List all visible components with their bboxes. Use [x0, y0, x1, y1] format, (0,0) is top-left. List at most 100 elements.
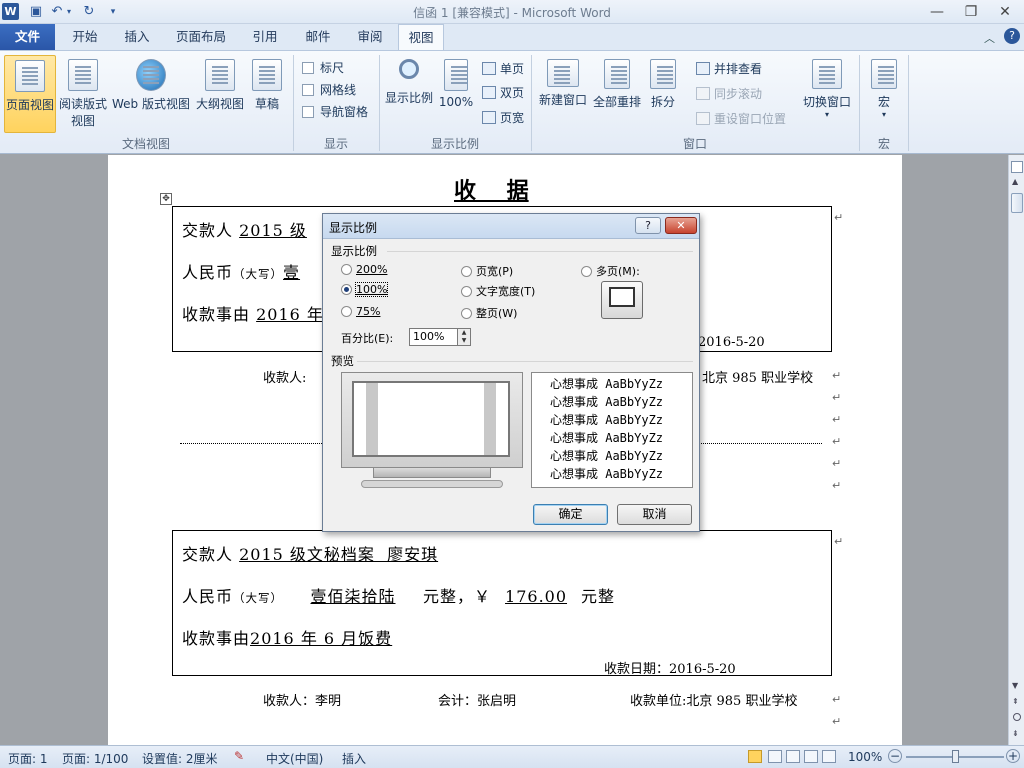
cancel-button[interactable]: 取消: [617, 504, 692, 525]
zoom-dialog: 显示比例 ? ✕ 显示比例 200% 100% 75% 页宽(P) 文字宽度(T…: [322, 213, 700, 532]
draft-button[interactable]: 草稿: [250, 59, 284, 112]
print-layout-view-icon[interactable]: [748, 750, 762, 763]
page-width-label: 页宽: [500, 111, 525, 125]
vertical-scrollbar[interactable]: ▲ ▼ ⇞ ⇟: [1008, 155, 1024, 745]
payer-line-top: 交款人 2015 级: [182, 217, 307, 241]
proofing-icon[interactable]: ✎: [234, 749, 244, 763]
one-page-icon: [482, 62, 496, 75]
radio-text-width[interactable]: 文字宽度(T): [461, 283, 535, 299]
radio-200[interactable]: 200%: [341, 263, 387, 276]
tab-file[interactable]: 文件: [0, 24, 55, 50]
zoom-out-icon[interactable]: −: [888, 749, 902, 763]
ruler-checkbox[interactable]: 标尺: [302, 59, 344, 76]
reason-value: 2016 年 6 月饭费: [250, 629, 393, 648]
macros-button[interactable]: 宏 ▾: [866, 59, 902, 119]
web-view-icon[interactable]: [786, 750, 800, 763]
status-language[interactable]: 中文(中国): [266, 750, 323, 767]
zoom-label: 显示比例: [384, 91, 433, 105]
two-pages-button[interactable]: 双页: [482, 84, 524, 101]
zoom-100-button[interactable]: 100%: [438, 59, 474, 109]
restore-button[interactable]: ❐: [956, 2, 986, 22]
web-layout-icon: [136, 59, 166, 91]
ruler-toggle-icon[interactable]: [1011, 161, 1023, 173]
radio-many-pages[interactable]: 多页(M):: [581, 263, 640, 279]
arrange-all-button[interactable]: 全部重排: [590, 59, 644, 110]
browse-object-icon[interactable]: [1013, 713, 1021, 721]
status-page[interactable]: 页面: 1: [8, 750, 48, 767]
tab-mailings[interactable]: 邮件: [296, 24, 340, 50]
radio-100[interactable]: 100%: [341, 282, 389, 297]
paragraph-mark: ↵: [832, 457, 842, 470]
rmb-label: 人民币: [182, 587, 234, 606]
web-layout-button[interactable]: Web 版式视图: [110, 59, 192, 112]
sample-line: 心想事成 AaBbYyZz: [550, 431, 664, 445]
preview-monitor-image: [341, 372, 523, 468]
table-move-handle-icon[interactable]: ✥: [160, 193, 172, 205]
switch-window-dropdown-icon: ▾: [824, 110, 829, 119]
zoom-in-icon[interactable]: +: [1006, 749, 1020, 763]
outline-label: 大纲视图: [195, 97, 244, 111]
preview-page: [366, 383, 496, 455]
zoom-100-label: 100%: [438, 95, 474, 109]
tab-view[interactable]: 视图: [398, 24, 444, 51]
outline-button[interactable]: 大纲视图: [194, 59, 246, 112]
one-page-button[interactable]: 单页: [482, 60, 524, 77]
scroll-thumb[interactable]: [1011, 193, 1023, 213]
sync-scroll-button[interactable]: 同步滚动: [696, 85, 762, 102]
minimize-ribbon-icon[interactable]: ︿: [984, 30, 995, 46]
status-bar: 页面: 1 页面: 1/100 设置值: 2厘米 ✎ 中文(中国) 插入 100…: [0, 745, 1024, 768]
paragraph-mark: ↵: [834, 211, 844, 224]
zoom-slider[interactable]: [906, 750, 1004, 763]
draft-view-icon[interactable]: [822, 750, 836, 763]
status-pages[interactable]: 页面: 1/100: [62, 750, 128, 767]
tab-references[interactable]: 引用: [243, 24, 287, 50]
print-layout-button[interactable]: 页面视图: [4, 55, 56, 133]
sample-line: 心想事成 AaBbYyZz: [550, 377, 664, 391]
radio-page-width[interactable]: 页宽(P): [461, 263, 513, 279]
preview-screen: [352, 381, 510, 457]
full-screen-reading-button[interactable]: 阅读版式 视图: [58, 59, 108, 129]
help-icon[interactable]: ?: [1004, 28, 1020, 44]
payer-label: 交款人: [182, 221, 234, 240]
reset-window-position-icon: [696, 112, 710, 125]
status-insert-mode[interactable]: 插入: [342, 750, 366, 767]
gridlines-checkbox[interactable]: 网格线: [302, 81, 356, 98]
side-by-side-button[interactable]: 并排查看: [696, 60, 762, 77]
zoom-level[interactable]: 100%: [848, 750, 882, 764]
reset-window-position-button[interactable]: 重设窗口位置: [696, 110, 786, 127]
status-setting[interactable]: 设置值: 2厘米: [142, 750, 218, 767]
tab-review[interactable]: 审阅: [348, 24, 392, 50]
zoom-button[interactable]: 显示比例: [384, 57, 434, 106]
next-page-icon[interactable]: ⇟: [1012, 729, 1019, 738]
minimize-button[interactable]: —: [922, 2, 952, 22]
switch-window-button[interactable]: 切换窗口 ▾: [800, 59, 854, 119]
reading-view-icon[interactable]: [768, 750, 782, 763]
zoom-slider-thumb[interactable]: [952, 750, 959, 763]
radio-whole-page[interactable]: 整页(W): [461, 305, 517, 321]
scroll-down-icon[interactable]: ▼: [1012, 681, 1018, 690]
radio-75[interactable]: 75%: [341, 305, 380, 318]
split-button[interactable]: 拆分: [646, 59, 680, 110]
dialog-close-button[interactable]: ✕: [665, 217, 697, 234]
dialog-help-button[interactable]: ?: [635, 217, 661, 234]
tab-home[interactable]: 开始: [62, 24, 108, 50]
ribbon-tab-bar: 文件 开始 插入 页面布局 引用 邮件 审阅 视图 ︿ ?: [0, 24, 1024, 51]
outline-view-icon[interactable]: [804, 750, 818, 763]
many-pages-monitor-button[interactable]: [601, 281, 643, 319]
ok-button[interactable]: 确定: [533, 504, 608, 525]
draft-icon: [252, 59, 282, 91]
percent-input[interactable]: 100%: [409, 328, 459, 346]
tab-insert[interactable]: 插入: [114, 24, 160, 50]
close-button[interactable]: ✕: [990, 2, 1020, 22]
nav-pane-label: 导航窗格: [320, 105, 369, 119]
paragraph-mark: ↵: [832, 693, 842, 706]
previous-page-icon[interactable]: ⇞: [1012, 697, 1019, 706]
scroll-up-icon[interactable]: ▲: [1012, 177, 1018, 186]
reason-label: 收款事由: [182, 629, 251, 648]
percent-spinner[interactable]: ▲ ▼: [457, 328, 471, 346]
new-window-button[interactable]: 新建窗口: [536, 59, 590, 108]
nav-pane-checkbox[interactable]: 导航窗格: [302, 103, 368, 120]
sample-line: 心想事成 AaBbYyZz: [550, 449, 664, 463]
tab-page-layout[interactable]: 页面布局: [168, 24, 234, 50]
page-width-button[interactable]: 页宽: [482, 109, 524, 126]
